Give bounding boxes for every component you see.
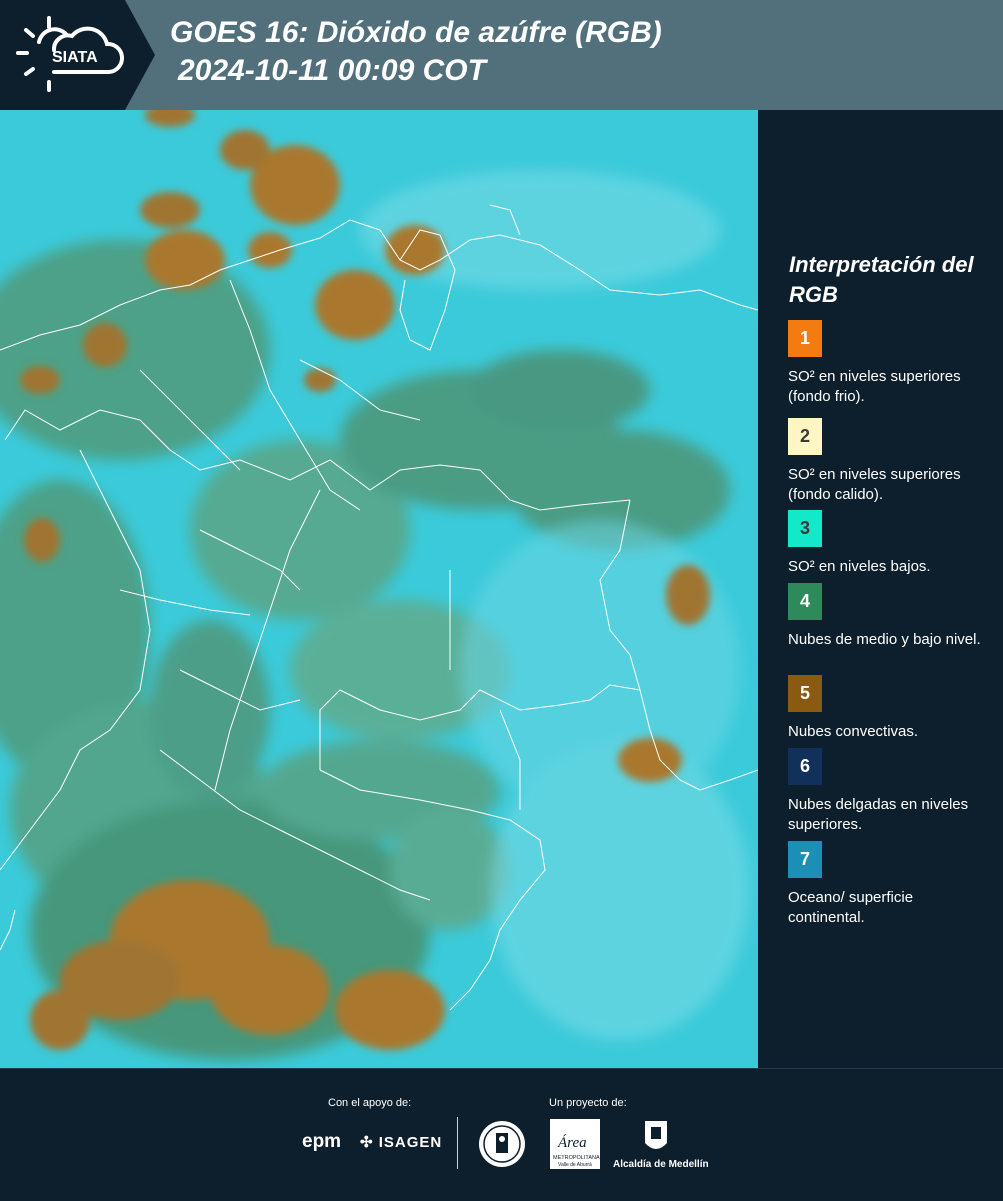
legend-swatch: 5 [788, 675, 822, 712]
legend-item-6: 6 Nubes delgadas en niveles superiores. [788, 748, 988, 835]
timestamp: 2024-10-11 00:09 COT [178, 54, 486, 87]
legend-item-2: 2 SO² en niveles superiores (fondo calid… [788, 418, 988, 505]
legend-title: Interpretación del RGB [789, 252, 974, 307]
footer-divider [457, 1117, 458, 1169]
area-logo-subtext: METROPOLITANA [553, 1155, 600, 1161]
alcaldia-text: Alcaldía de Medellín [613, 1159, 709, 1170]
legend-panel: Interpretación del RGB 1 SO² en niveles … [758, 110, 1003, 1068]
area-logo-text: Área [557, 1134, 587, 1151]
legend-swatch: 3 [788, 510, 822, 547]
isagen-text: ISAGEN [378, 1134, 443, 1151]
legend-item-5: 5 Nubes convectivas. [788, 675, 988, 742]
legend-description: Nubes convectivas. [788, 723, 919, 740]
project-label: Un proyecto de: [549, 1097, 627, 1109]
legend-description: SO² en niveles superiores (fondo calido)… [788, 466, 961, 503]
legend-description: Nubes delgadas en niveles superiores. [788, 796, 969, 833]
siata-logo-text: SIATA [52, 49, 98, 66]
epm-logo: epm [302, 1131, 342, 1152]
legend-swatch: 2 [788, 418, 822, 455]
footer: Con el apoyo de: Un proyecto de: epm ✣ I… [0, 1068, 1003, 1201]
legend-swatch: 7 [788, 841, 822, 878]
legend-swatch: 6 [788, 748, 822, 785]
siata-logo-icon: SIATA [16, 16, 125, 92]
logo-block: SIATA [0, 0, 155, 110]
legend-swatch: 1 [788, 320, 822, 357]
page-title: GOES 16: Dióxido de azúfre (RGB) [170, 16, 662, 49]
support-label: Con el apoyo de: [328, 1097, 412, 1109]
legend-description: Oceano/ superficie continental. [788, 889, 914, 926]
alcaldia-shield-icon [645, 1121, 667, 1149]
header: SIATA GOES 16: Dióxido de azúfre (RGB) 2… [0, 0, 1003, 110]
legend-item-1: 1 SO² en niveles superiores (fondo frio)… [788, 320, 988, 407]
legend-swatch: 4 [788, 583, 822, 620]
legend-description: Nubes de medio y bajo nivel. [788, 631, 981, 648]
legend-description: SO² en niveles bajos. [788, 558, 931, 575]
isagen-mark-icon: ✣ [360, 1134, 374, 1151]
isagen-logo: ✣ ISAGEN [360, 1133, 442, 1151]
area-logo-subtext2: Valle de Aburrá [558, 1162, 592, 1168]
satellite-image [0, 110, 758, 1068]
area-metropolitana-logo: Área METROPOLITANA Valle de Aburrá [550, 1119, 600, 1169]
legend-description: SO² en niveles superiores (fondo frio). [788, 368, 961, 405]
satellite-map[interactable] [0, 110, 758, 1068]
legend-item-7: 7 Oceano/ superficie continental. [788, 841, 988, 928]
legend-item-4: 4 Nubes de medio y bajo nivel. [788, 583, 988, 650]
legend-item-3: 3 SO² en niveles bajos. [788, 510, 988, 577]
medellin-seal-icon [479, 1121, 525, 1167]
